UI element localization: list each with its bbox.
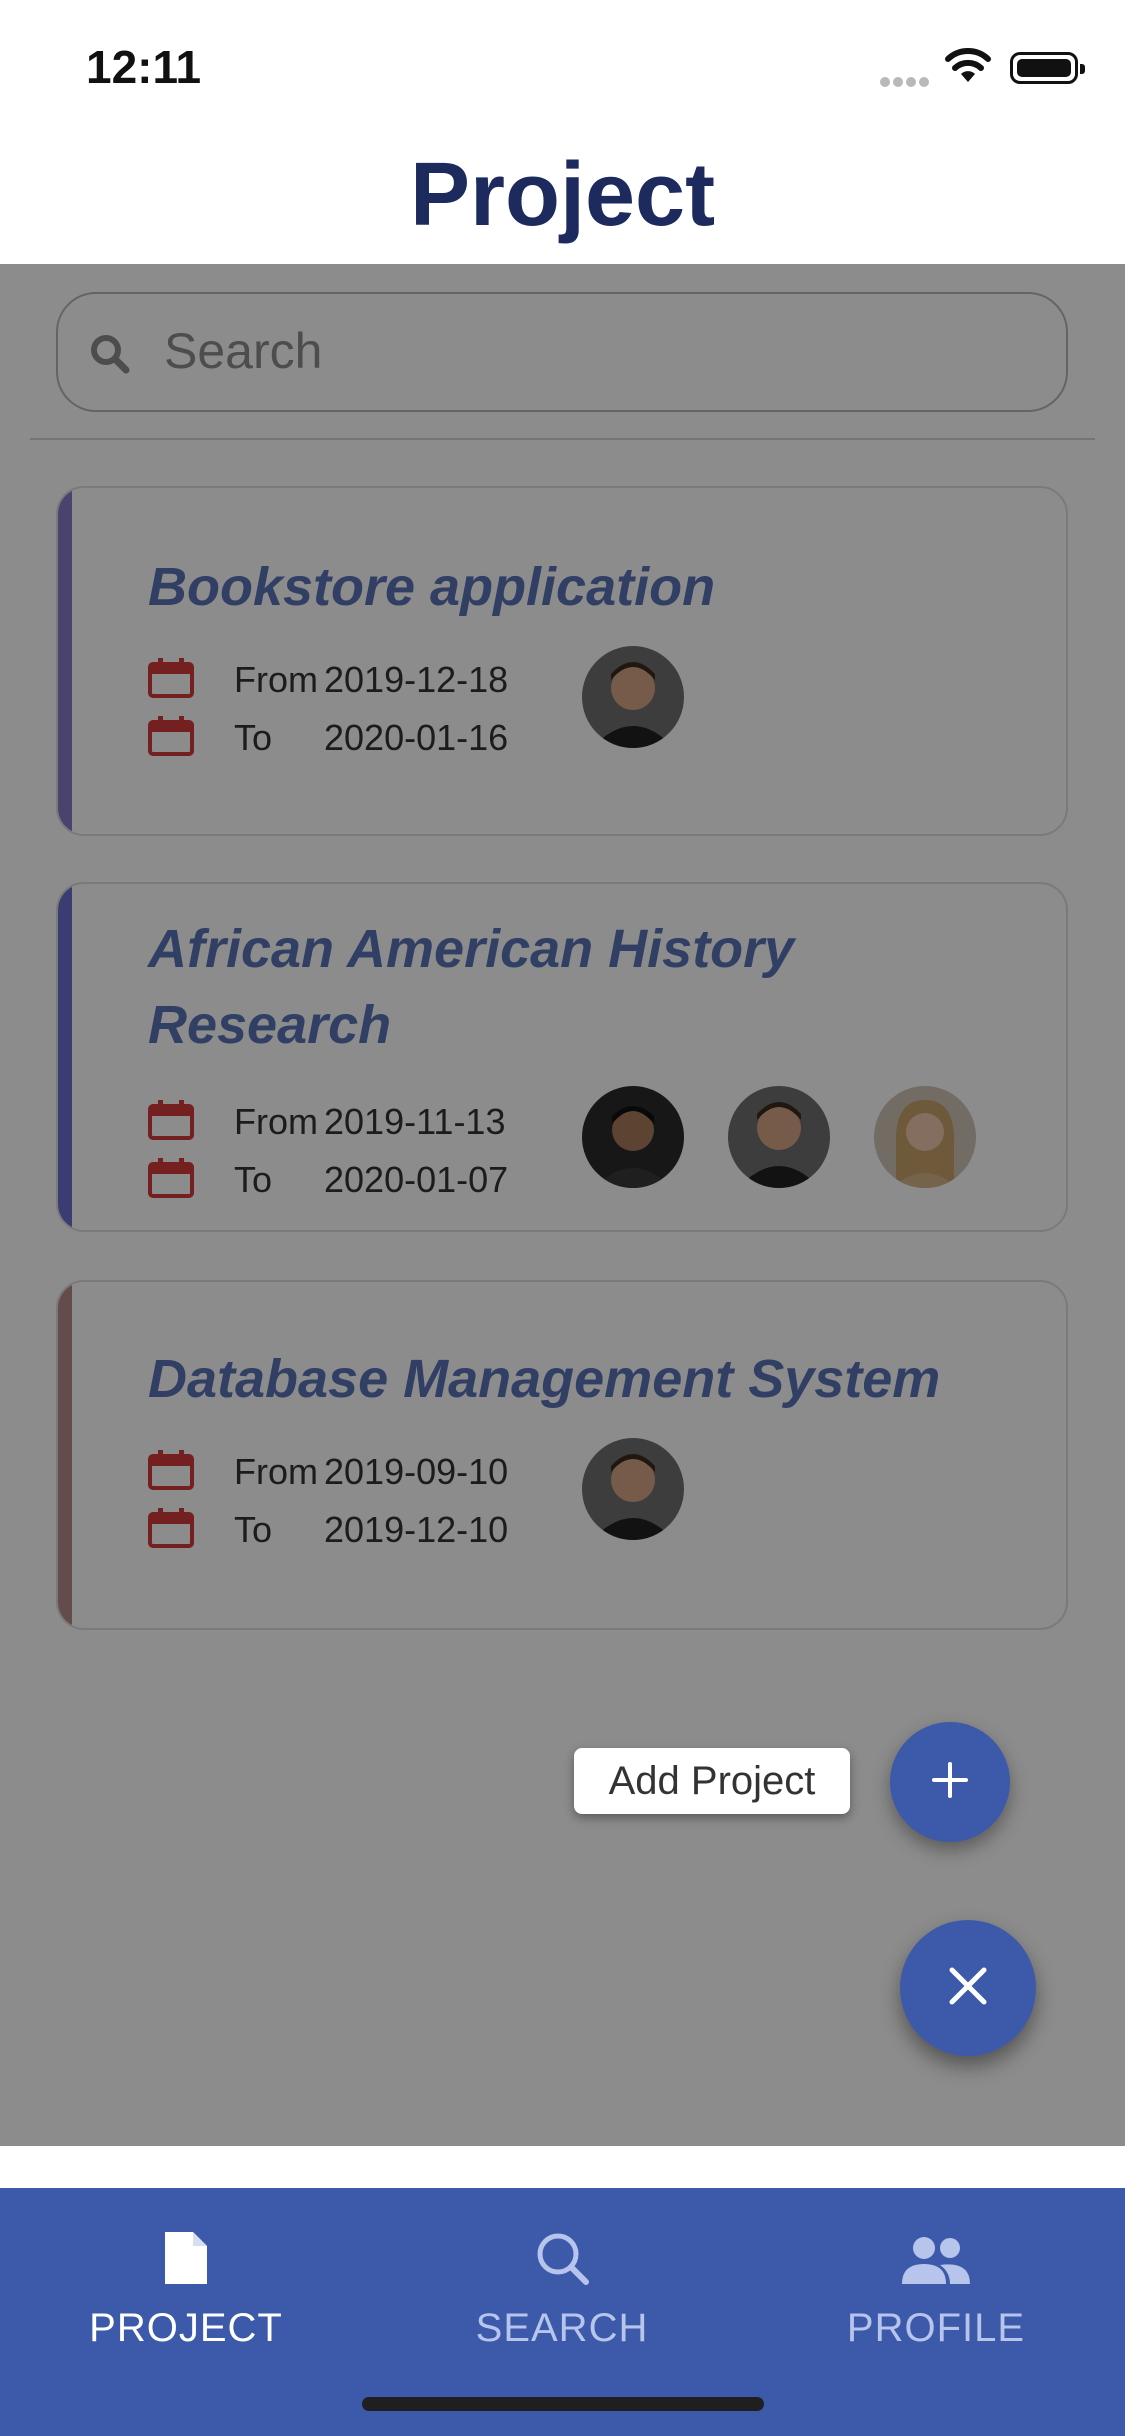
close-icon <box>948 1966 988 2011</box>
tab-label: SEARCH <box>475 2306 649 2350</box>
home-indicator[interactable] <box>362 2397 764 2411</box>
tab-project[interactable]: PROJECT <box>36 2206 336 2351</box>
tab-search[interactable]: SEARCH <box>412 2206 712 2351</box>
app-header: Project <box>0 130 1125 264</box>
people-icon <box>786 2206 1086 2286</box>
document-icon <box>36 2206 336 2286</box>
status-time: 12:11 <box>86 41 202 93</box>
add-project-button[interactable] <box>890 1722 1010 1842</box>
tab-label: PROJECT <box>89 2306 283 2350</box>
tab-label: PROFILE <box>846 2306 1026 2350</box>
add-project-tooltip[interactable]: Add Project <box>574 1748 850 1814</box>
search-icon <box>412 2206 712 2286</box>
close-speed-dial-button[interactable] <box>900 1920 1036 2056</box>
plus-icon <box>930 1760 970 1805</box>
status-bar: 12:11 <box>0 0 1125 130</box>
tab-profile[interactable]: PROFILE <box>786 2206 1086 2351</box>
page-title: Project <box>409 145 716 245</box>
battery-icon <box>1010 52 1085 84</box>
wifi-icon <box>945 46 991 89</box>
cellular-signal-icon <box>880 74 932 92</box>
backdrop-overlay[interactable] <box>0 264 1125 2146</box>
